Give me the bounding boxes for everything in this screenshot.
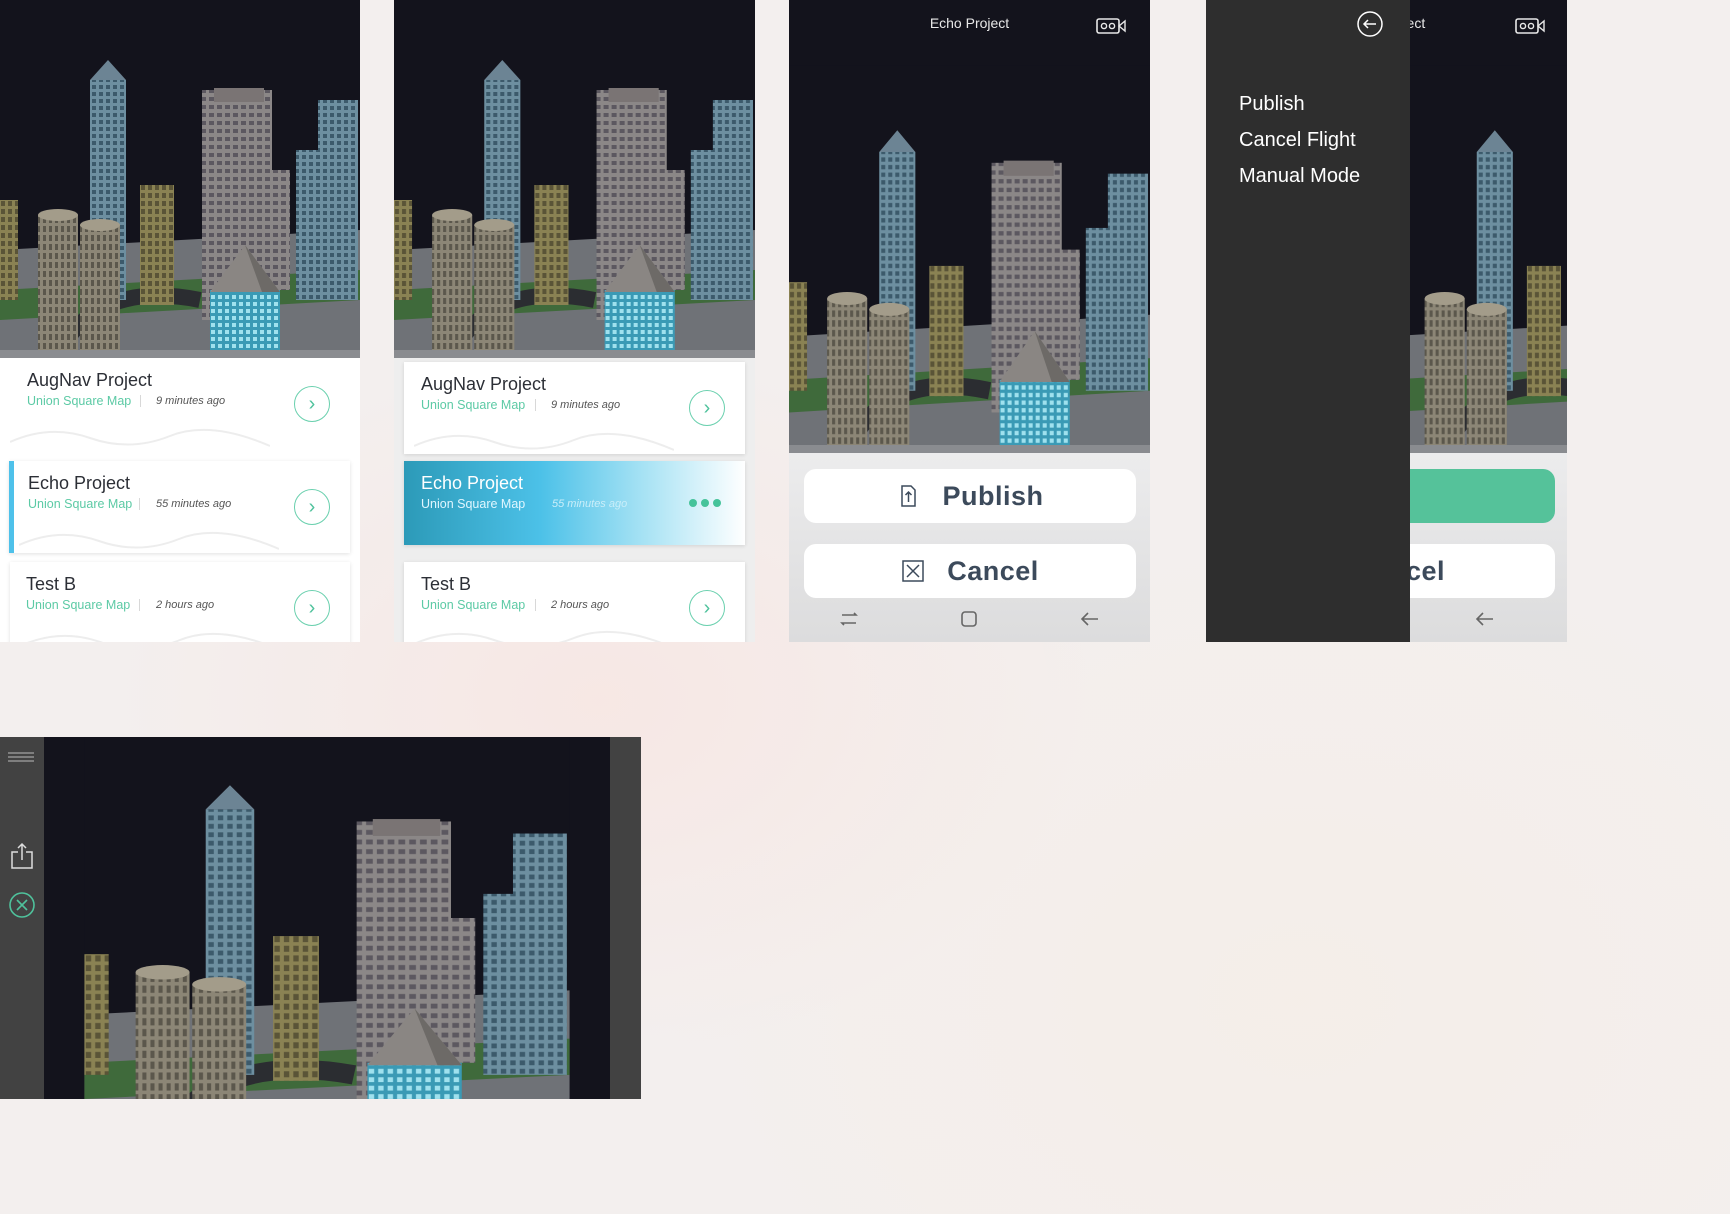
cancel-label-fragment: cel [1406,555,1446,586]
chevron-right-icon[interactable]: › [689,590,725,626]
city-3d-view[interactable] [44,737,610,1099]
top-bar: Echo Project [789,0,1150,46]
project-title: AugNav Project [421,374,547,394]
menu-icon[interactable] [8,751,34,763]
project-map: Union Square Map [26,598,131,612]
list-item[interactable]: Test B Union Square Map 2 hours ago › [10,562,350,642]
project-map: Union Square Map [27,394,132,408]
project-map: Union Square Map [421,497,526,511]
city-3d-preview [0,0,360,350]
list-item-focused[interactable]: Echo Project Union Square Map 55 minutes… [9,461,350,553]
project-title: Test B [421,574,472,594]
project-title: Test B [26,574,77,594]
left-tool-rail [0,737,44,1099]
project-title: AugNav Project [27,370,153,390]
project-map: Union Square Map [421,398,526,412]
home-icon[interactable] [957,607,981,631]
close-circle-icon[interactable] [8,891,36,919]
project-time: 2 hours ago [551,599,610,611]
project-time: 9 minutes ago [551,399,621,411]
cancel-button[interactable]: Cancel [804,544,1136,598]
back-arrow-icon[interactable] [1473,607,1497,631]
screen-project-actions: Echo Project Publish Cancel [789,0,1150,642]
more-dots-icon[interactable] [689,499,721,507]
upload-file-icon [901,485,917,507]
project-time: 9 minutes ago [156,395,226,407]
close-box-icon [902,560,924,582]
project-time: 55 minutes ago [552,498,628,510]
menu-item-cancel-flight[interactable]: Cancel Flight [1239,129,1356,152]
back-arrow-icon[interactable] [1078,607,1102,631]
screen-project-list: AugNav Project Union Square Map 9 minute… [0,0,360,642]
screen-project-list-selected: AugNav Project Union Square Map 9 minute… [394,0,755,642]
list-item-selected[interactable]: Echo Project Union Square Map 55 minutes… [404,461,745,545]
project-title: Echo Project [421,473,524,493]
chevron-right-icon[interactable]: › [294,386,330,422]
recent-apps-icon[interactable] [837,607,861,631]
city-3d-preview [394,0,755,350]
publish-button[interactable]: Publish [804,469,1136,523]
side-drawer: Publish Cancel Flight Manual Mode [1206,0,1410,642]
cancel-label: Cancel [947,555,1039,586]
project-map: Union Square Map [421,598,526,612]
chevron-right-icon[interactable]: › [689,390,725,426]
menu-item-manual-mode[interactable]: Manual Mode [1239,165,1360,188]
right-rail [610,737,641,1099]
back-circle-icon[interactable] [1356,10,1384,38]
screen-drawer-menu: roject • cel Publish Cancel Flight Manua… [1206,0,1567,642]
project-list: AugNav Project Union Square Map 9 minute… [394,358,755,642]
system-nav-bar [789,596,1150,642]
action-sheet: Publish Cancel [789,453,1150,642]
vr-headset-icon[interactable] [1515,17,1545,35]
list-item[interactable]: AugNav Project Union Square Map 9 minute… [404,362,745,454]
project-title: Echo Project [28,473,131,493]
list-item[interactable]: AugNav Project Union Square Map 9 minute… [0,358,360,450]
focus-accent-bar [9,461,14,553]
menu-item-publish[interactable]: Publish [1239,93,1305,116]
screen-landscape-view [0,737,641,1099]
list-item[interactable]: Test B Union Square Map 2 hours ago › [404,562,745,642]
project-list: AugNav Project Union Square Map 9 minute… [0,358,360,642]
project-map: Union Square Map [28,497,133,511]
project-time: 2 hours ago [156,599,215,611]
chevron-right-icon[interactable]: › [294,590,330,626]
publish-label: Publish [942,480,1044,511]
vr-headset-icon[interactable] [1096,17,1126,35]
chevron-right-icon[interactable]: › [294,489,330,525]
share-icon[interactable] [10,842,34,870]
project-time: 55 minutes ago [156,498,232,510]
city-3d-preview [789,0,1150,445]
